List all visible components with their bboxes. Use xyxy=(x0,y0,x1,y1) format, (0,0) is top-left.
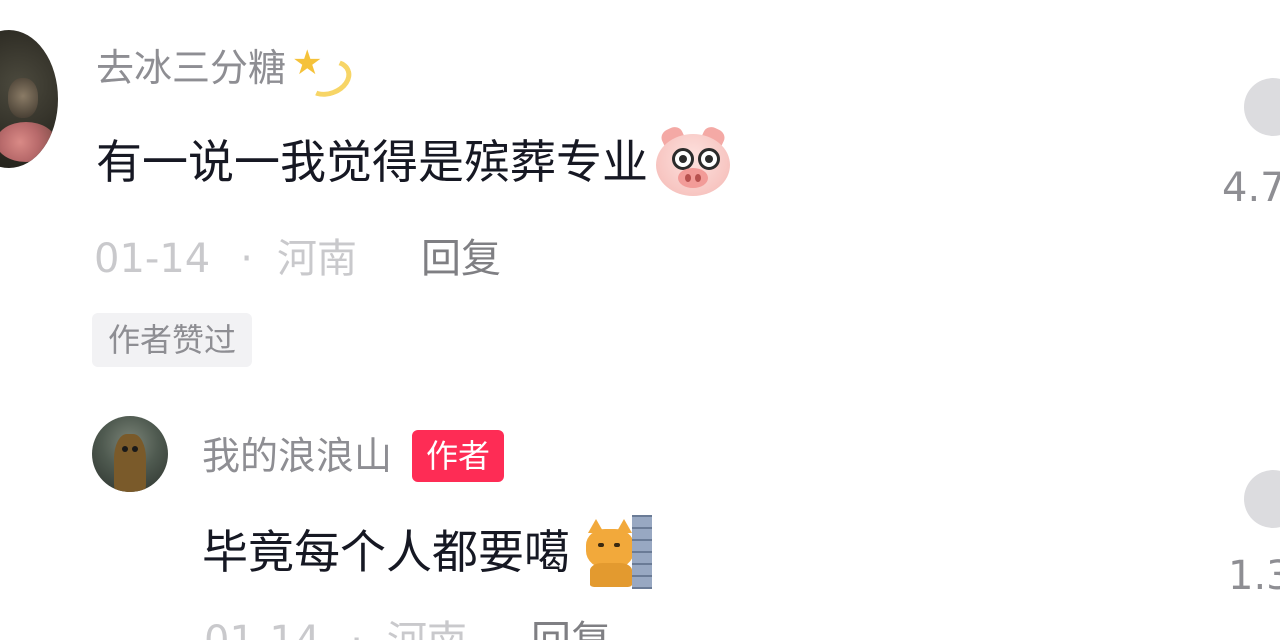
reply-username[interactable]: 我的浪浪山 作者 xyxy=(202,428,505,484)
comment-username[interactable]: 去冰三分糖 ★ xyxy=(96,40,357,104)
pig-emoji-icon xyxy=(654,124,732,198)
comment-text: 有一说一我觉得是殡葬专业 xyxy=(96,124,732,198)
meta-separator: · xyxy=(350,614,363,640)
username-text: 去冰三分糖 xyxy=(96,46,287,90)
reply-body: 毕竟每个人都要噶 xyxy=(202,525,570,579)
avatar[interactable] xyxy=(0,30,58,168)
comment-meta: 01-14 · 河南 回复 xyxy=(94,232,501,286)
reply-avatar[interactable] xyxy=(92,416,168,492)
heart-icon[interactable] xyxy=(1244,470,1280,528)
reply-like-count: 1.3 xyxy=(1228,553,1280,599)
reply-meta: 01-14 · 河南 回复 xyxy=(204,614,611,640)
reply-button[interactable]: 回复 xyxy=(531,614,611,640)
reply-date: 01-14 xyxy=(204,614,320,640)
author-liked-badge: 作者赞过 xyxy=(92,313,253,367)
reply-button[interactable]: 回复 xyxy=(421,232,501,286)
comment-body: 有一说一我觉得是殡葬专业 xyxy=(96,135,648,189)
heart-icon[interactable] xyxy=(1244,78,1280,136)
comment-location: 河南 xyxy=(276,236,357,282)
author-badge: 作者 xyxy=(412,430,505,482)
reply-text: 毕竟每个人都要噶 xyxy=(202,515,652,589)
reply-location: 河南 xyxy=(387,614,467,640)
comment-date: 01-14 xyxy=(94,236,211,282)
sparkle-emoji-icon: ★ xyxy=(290,42,357,104)
reply-username-text: 我的浪浪山 xyxy=(202,434,393,478)
comment-list: 去冰三分糖 ★ 有一说一我觉得是殡葬专业 01-14 · 河南 回复 作者赞过 … xyxy=(0,0,1280,640)
cat-emoji-icon xyxy=(584,515,652,589)
like-count: 4.7 xyxy=(1222,165,1280,211)
meta-separator: · xyxy=(240,236,253,282)
